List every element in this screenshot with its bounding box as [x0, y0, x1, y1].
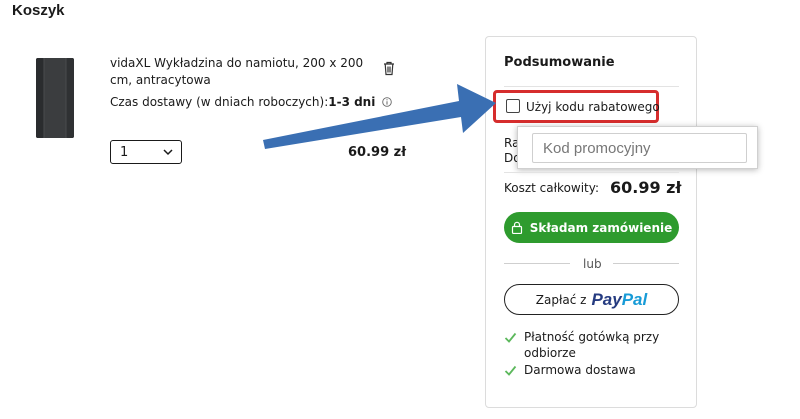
paypal-logo-part2: Pal [621, 289, 648, 309]
product-name[interactable]: vidaXL Wykładzina do namiotu, 200 x 200 … [110, 55, 372, 89]
discount-code-label[interactable]: Użyj kodu rabatowego [526, 100, 660, 114]
lock-icon [511, 221, 522, 234]
place-order-button[interactable]: Składam zamówienie [504, 212, 679, 243]
divider [504, 86, 679, 87]
page-title: Koszyk [12, 2, 65, 19]
divider [613, 263, 679, 264]
product-image[interactable] [32, 56, 78, 140]
delivery-time: Czas dostawy (w dniach roboczych):1-3 dn… [110, 95, 392, 109]
check-icon [504, 332, 517, 343]
feature-text: Darmowa dostawa [524, 363, 636, 377]
quantity-value: 1 [120, 145, 129, 160]
check-icon [504, 365, 517, 376]
paypal-logo-part1: Pay [591, 289, 622, 309]
feature-text: Płatność gotówką przy odbiorze [524, 330, 660, 360]
paypal-button[interactable]: Zapłać z PayPal [504, 284, 679, 315]
discount-code-checkbox[interactable] [506, 99, 520, 113]
line-price: 60.99 zł [348, 145, 407, 160]
or-label: lub [583, 257, 602, 271]
feature-item: Darmowa dostawa [504, 362, 664, 378]
promo-code-input[interactable] [532, 133, 747, 163]
summary-title: Podsumowanie [504, 55, 615, 70]
place-order-label: Składam zamówienie [529, 220, 673, 235]
feature-item: Płatność gotówką przy odbiorze [504, 329, 664, 361]
total-value: 60.99 zł [610, 178, 682, 197]
chevron-down-icon [163, 149, 173, 156]
divider [504, 172, 679, 173]
promo-code-popup [517, 126, 758, 169]
info-icon[interactable] [382, 97, 392, 107]
divider [504, 263, 570, 264]
quantity-select[interactable]: 1 [110, 140, 182, 164]
total-label: Koszt całkowity: [504, 181, 600, 195]
delivery-label: Czas dostawy (w dniach roboczych): [110, 95, 329, 109]
delivery-value: 1-3 dni [328, 95, 376, 109]
paypal-prefix: Zapłać z [535, 292, 587, 307]
trash-icon[interactable] [382, 60, 396, 76]
paypal-logo: PayPal [591, 290, 647, 310]
